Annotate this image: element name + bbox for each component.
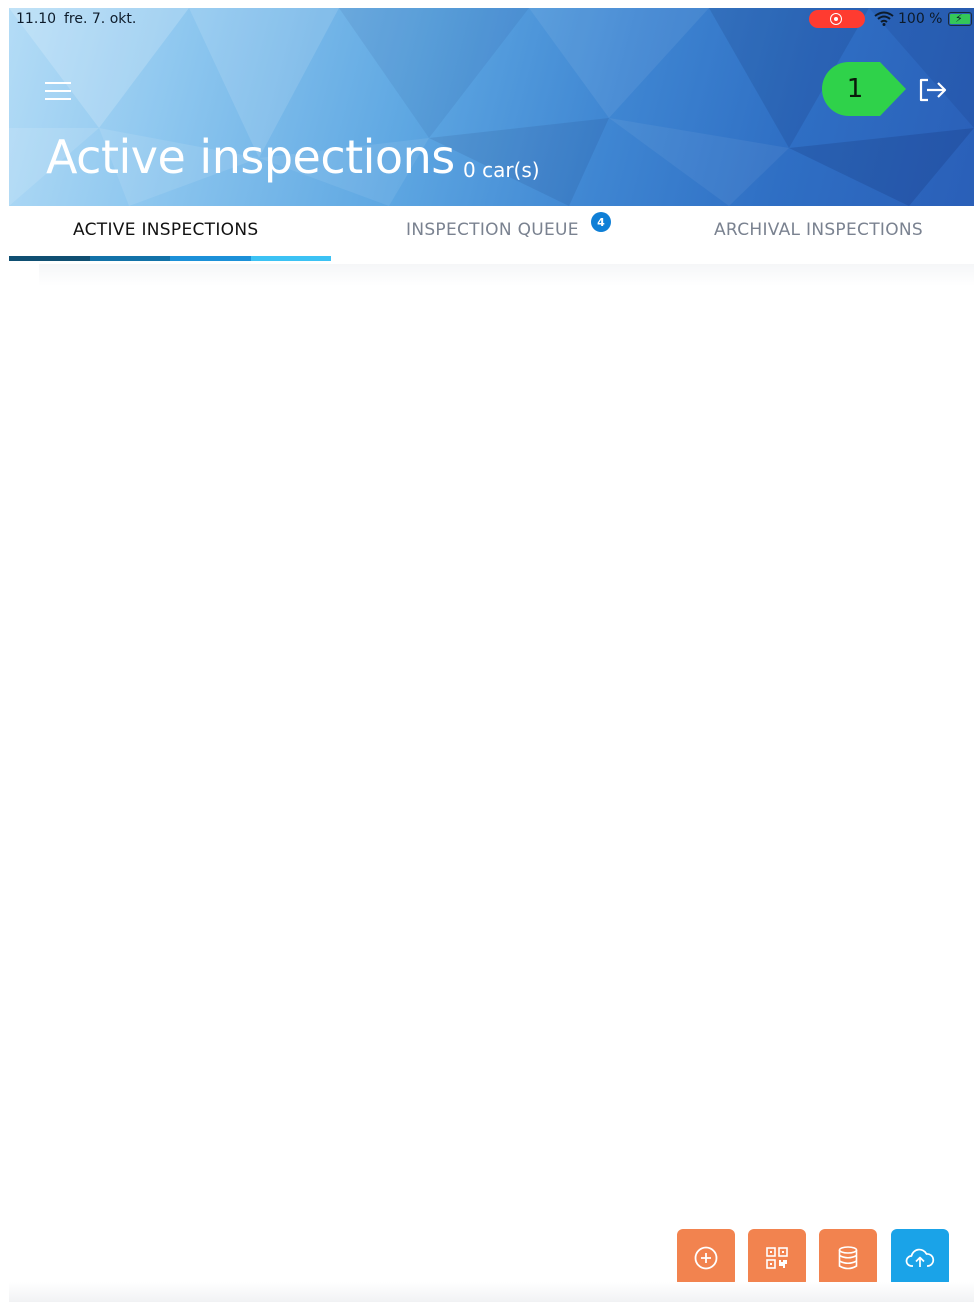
plus-circle-icon — [694, 1246, 718, 1270]
database-icon — [838, 1246, 858, 1270]
add-inspection-button[interactable] — [677, 1229, 735, 1287]
bottom-shadow — [9, 1282, 974, 1302]
scan-qr-button[interactable] — [748, 1229, 806, 1287]
cloud-upload-button[interactable] — [891, 1229, 949, 1287]
car-count: 0 car(s) — [463, 158, 540, 182]
step-marker-number: 1 — [846, 74, 864, 104]
status-time: 11.10 — [16, 11, 57, 27]
menu-icon[interactable] — [45, 80, 71, 102]
app-frame: 11.10 fre. 7. okt. 100 % ⚡ 1 Active insp… — [9, 8, 974, 1302]
battery-percentage: 100 % — [898, 11, 943, 27]
step-marker: 1 — [822, 62, 912, 116]
tab-bar: ACTIVE INSPECTIONS INSPECTION QUEUE 4 AR… — [9, 206, 974, 264]
inspection-queue-count-badge: 4 — [591, 212, 611, 232]
status-date: fre. 7. okt. — [64, 11, 137, 27]
header-banner: 11.10 fre. 7. okt. 100 % ⚡ 1 Active insp… — [9, 8, 974, 206]
tab-shadow — [39, 264, 974, 286]
inspection-list — [9, 286, 974, 1216]
active-tab-indicator — [9, 256, 331, 261]
logout-icon[interactable] — [916, 75, 950, 105]
wifi-icon — [874, 11, 894, 26]
screen-recording-indicator — [809, 10, 865, 28]
tab-inspection-queue[interactable]: INSPECTION QUEUE — [406, 220, 579, 240]
status-bar: 11.10 fre. 7. okt. 100 % ⚡ — [9, 8, 974, 32]
page-title: Active inspections — [46, 130, 455, 184]
qr-code-icon — [766, 1247, 788, 1269]
tab-archival-inspections[interactable]: ARCHIVAL INSPECTIONS — [714, 220, 923, 240]
tab-active-inspections[interactable]: ACTIVE INSPECTIONS — [73, 220, 258, 240]
cloud-upload-icon — [905, 1248, 935, 1267]
database-button[interactable] — [819, 1229, 877, 1287]
battery-icon: ⚡ — [948, 12, 972, 26]
